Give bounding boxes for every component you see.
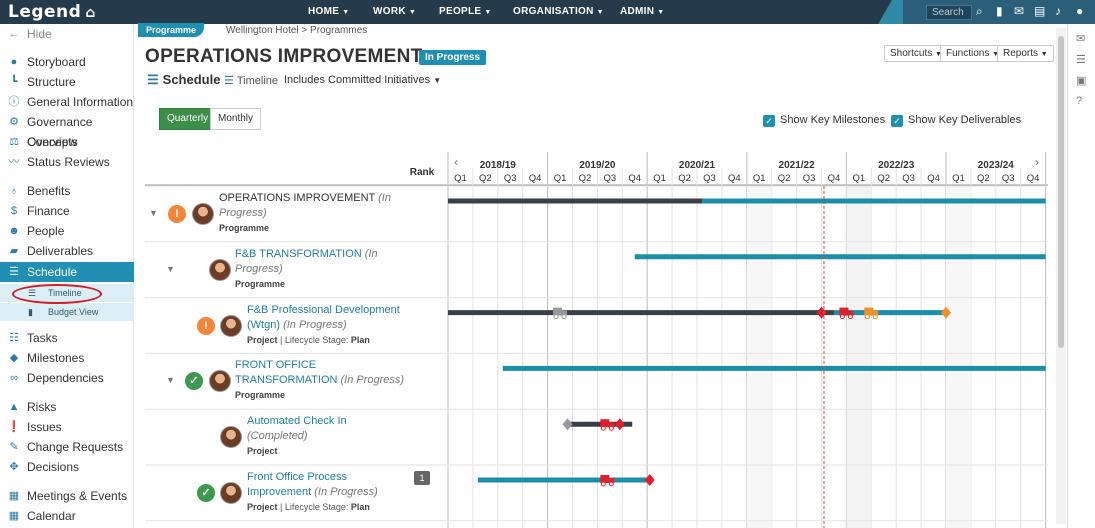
status-ok-icon: ✓: [197, 484, 215, 502]
quarter-label: Q4: [728, 173, 741, 184]
milestone-diamond-icon[interactable]: [644, 474, 655, 486]
milestone-diamond-icon[interactable]: [816, 306, 827, 319]
milestone-diamond-icon[interactable]: [562, 418, 573, 431]
year-label: 2023/24: [978, 160, 1015, 171]
deliverable-truck-icon[interactable]: [600, 419, 615, 431]
status-warning-icon: !: [197, 316, 215, 335]
quarter-label: Q2: [877, 173, 890, 184]
quarter-label: Q1: [653, 173, 666, 184]
expand-toggle-icon[interactable]: ▼: [166, 375, 175, 385]
avatar[interactable]: [209, 258, 231, 281]
gantt-row-label: Front Office Process Improvement (In Pro…: [247, 470, 410, 514]
year-label: 2020/21: [679, 160, 716, 171]
gantt-row-label: Automated Check In (Completed) Project: [247, 414, 410, 458]
quarter-label: Q3: [504, 173, 517, 184]
rank-badge[interactable]: 1: [414, 471, 430, 485]
lifecycle-stage: Plan: [350, 334, 370, 345]
initiative-meta: Project | Lifecycle Stage: Plan: [247, 334, 410, 347]
quarter-label: Q1: [853, 173, 866, 184]
year-label: 2019/20: [579, 160, 616, 171]
quarter-label: Q2: [778, 173, 791, 184]
initiative-type: Programme: [235, 390, 286, 401]
quarter-label: Q1: [454, 173, 467, 184]
initiative-type: Project: [247, 334, 278, 345]
quarter-label: Q2: [479, 173, 492, 184]
status-warning-icon: !: [168, 205, 186, 223]
quarter-label: Q1: [753, 173, 766, 184]
quarter-label: Q1: [554, 173, 567, 184]
lifecycle-label: | Lifecycle Stage:: [277, 502, 351, 512]
gantt-row-label: F&B Professional Development (Wtgn) (In …: [247, 303, 410, 347]
lifecycle-stage: Plan: [350, 502, 370, 512]
gantt-row-label: FRONT OFFICE TRANSFORMATION (In Progress…: [235, 358, 410, 402]
quarter-label: Q4: [828, 173, 841, 184]
quarter-label: Q4: [1027, 173, 1040, 184]
initiative-status: (In Progress): [283, 318, 347, 331]
current-quarter-shade: [846, 186, 872, 528]
initiative-name-link[interactable]: FRONT OFFICE TRANSFORMATION: [235, 359, 341, 386]
quarter-label: Q3: [803, 173, 816, 184]
initiative-meta: Programme: [235, 278, 410, 291]
initiative-type: Project: [247, 502, 278, 512]
initiative-name-link[interactable]: OPERATIONS IMPROVEMENT: [219, 192, 378, 204]
initiative-status: (In Progress): [340, 374, 405, 387]
avatar[interactable]: [220, 314, 242, 337]
gantt-chart: 2018/19 2019/20 2020/21 2021/22 2022/23 2023/…: [145, 152, 1048, 528]
initiative-name-link[interactable]: F&B TRANSFORMATION: [235, 248, 365, 260]
rank-header: Rank: [410, 167, 435, 178]
quarter-label: Q2: [977, 173, 990, 184]
initiative-meta: Project: [247, 445, 410, 458]
quarter-label: Q4: [529, 173, 542, 184]
initiative-name-link[interactable]: Automated Check In: [247, 415, 347, 427]
quarter-label: Q4: [927, 173, 940, 184]
initiative-type: Programme: [235, 278, 286, 289]
quarter-label: Q3: [1002, 173, 1015, 184]
initiative-meta: Programme: [235, 389, 410, 402]
chevron-left-icon[interactable]: ‹: [454, 155, 458, 169]
gantt-row-label: OPERATIONS IMPROVEMENT (In Progress) Prog…: [219, 191, 410, 235]
initiative-type: Programme: [219, 223, 270, 233]
initiative-meta: Programme: [219, 222, 410, 235]
deliverable-truck-icon[interactable]: [553, 307, 568, 320]
deliverable-truck-icon[interactable]: [600, 475, 615, 487]
quarter-label: Q1: [952, 173, 965, 184]
initiative-type: Project: [247, 446, 278, 457]
expand-toggle-icon[interactable]: ▼: [149, 208, 158, 218]
quarter-label: Q3: [703, 173, 716, 184]
year-label: 2021/22: [779, 160, 816, 171]
year-label: 2022/23: [878, 160, 915, 171]
grid-shade: [746, 186, 772, 528]
chevron-right-icon[interactable]: ›: [1035, 155, 1039, 169]
initiative-status: (In Progress): [314, 486, 378, 498]
quarter-label: Q3: [902, 173, 915, 184]
milestone-diamond-icon[interactable]: [614, 418, 625, 431]
lifecycle-label: | Lifecycle Stage:: [277, 334, 351, 345]
quarter-label: Q2: [579, 173, 592, 184]
initiative-status: (Completed): [247, 430, 308, 443]
grid-shade: [946, 186, 971, 528]
avatar[interactable]: [192, 203, 214, 225]
quarter-label: Q3: [604, 173, 617, 184]
initiative-meta: Project | Lifecycle Stage: Plan: [247, 501, 410, 514]
expand-toggle-icon[interactable]: ▼: [166, 264, 175, 274]
quarter-label: Q4: [628, 173, 641, 184]
quarter-label: Q2: [678, 173, 691, 184]
gantt-row-label: F&B TRANSFORMATION (In Progress) Programm…: [235, 247, 410, 291]
avatar[interactable]: [220, 482, 242, 504]
year-label: 2018/19: [480, 160, 517, 171]
